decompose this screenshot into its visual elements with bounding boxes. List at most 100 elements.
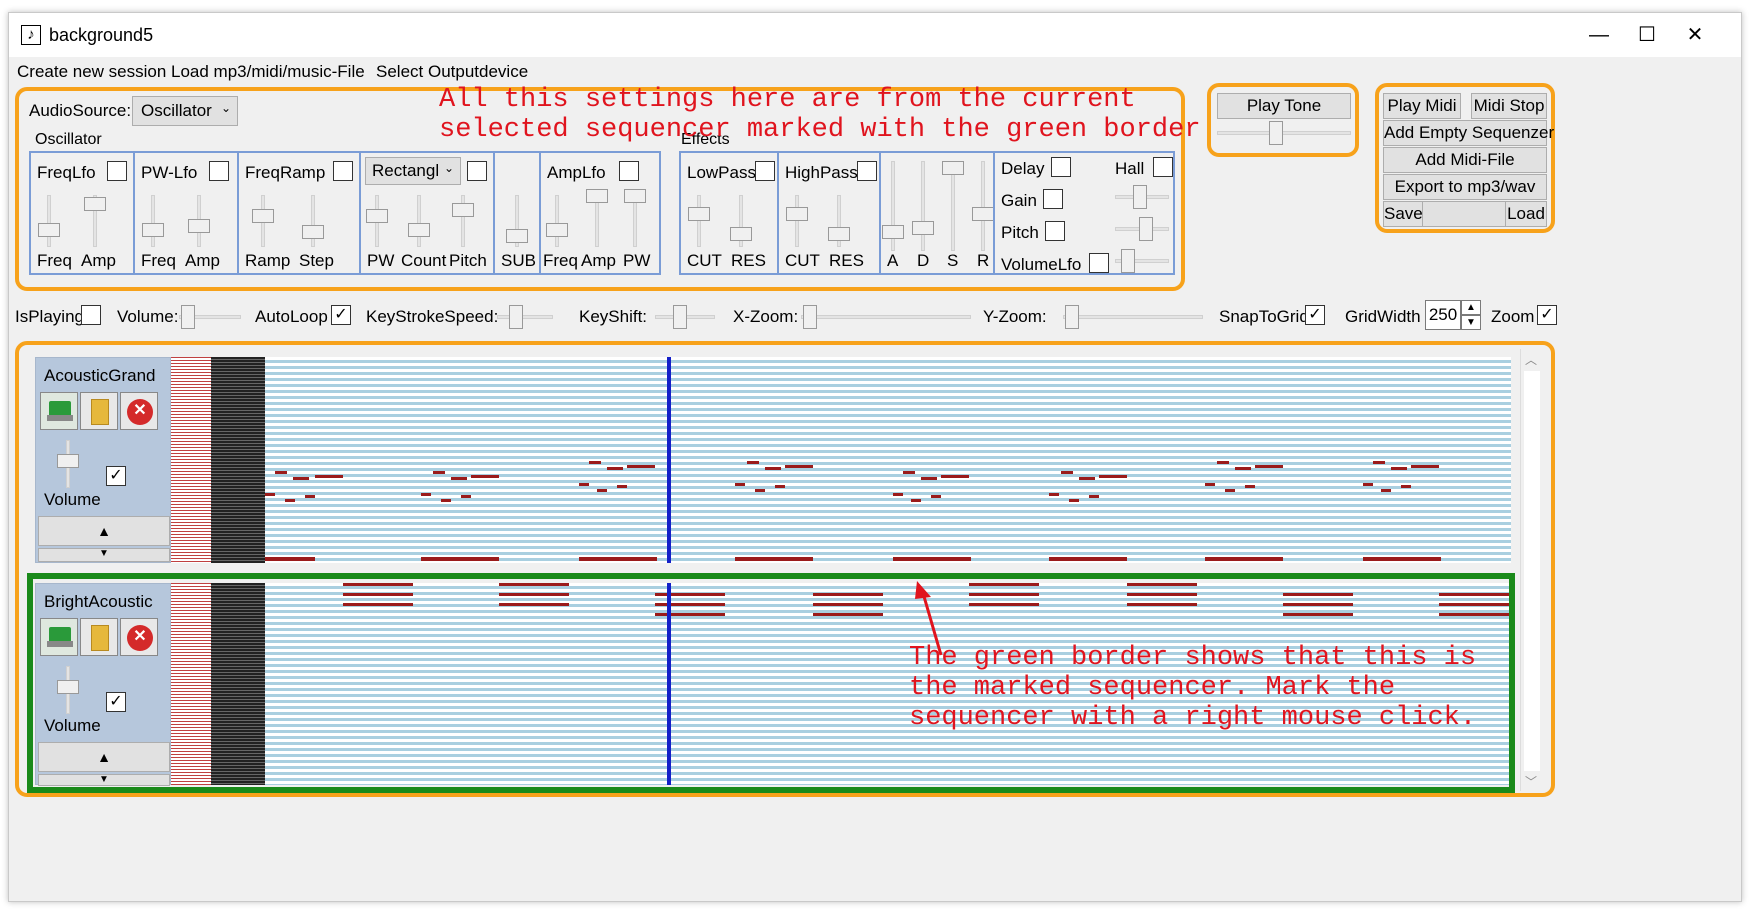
- play-tone-slider[interactable]: [1269, 121, 1283, 145]
- lowpass-cut-slider[interactable]: [688, 207, 710, 221]
- amplfo-freq-slider[interactable]: [546, 223, 568, 237]
- freqlfo-checkbox[interactable]: [107, 161, 127, 181]
- scroll-thumb[interactable]: [1524, 371, 1540, 771]
- highpass-cut-slider[interactable]: [786, 207, 808, 221]
- menu-load-file[interactable]: Load mp3/midi/music-File: [171, 62, 365, 82]
- play-tone-button[interactable]: Play Tone: [1217, 93, 1351, 119]
- gridwidth-input[interactable]: 250: [1425, 300, 1461, 330]
- export-button[interactable]: Export to mp3/wav: [1383, 174, 1547, 200]
- folder-icon[interactable]: [80, 618, 118, 656]
- close-window-button[interactable]: ✕: [1671, 19, 1719, 51]
- waveform-pw-slider[interactable]: [366, 209, 388, 223]
- adsr-a-slider[interactable]: [882, 225, 904, 239]
- adsr-d-label: D: [917, 251, 930, 270]
- yzoom-slider[interactable]: [1065, 305, 1079, 329]
- zoom-checkbox[interactable]: ✓: [1537, 305, 1557, 325]
- add-midi-file-button[interactable]: Add Midi-File: [1383, 147, 1547, 173]
- highpass-cut-track: [795, 195, 799, 247]
- menu-select-output[interactable]: Select Outputdevice: [376, 62, 528, 82]
- load-button[interactable]: Load: [1505, 201, 1547, 227]
- midi-stop-button[interactable]: Midi Stop: [1471, 93, 1547, 119]
- import-icon[interactable]: [40, 392, 78, 430]
- vertical-scrollbar[interactable]: ︿ ﹀: [1520, 349, 1542, 791]
- pwlfo-amp-slider[interactable]: [188, 219, 210, 233]
- sequencer-1-down-button[interactable]: ▼: [38, 548, 170, 562]
- save-button[interactable]: Save: [1383, 201, 1423, 227]
- delete-icon[interactable]: ✕: [120, 392, 158, 430]
- gridwidth-up-icon[interactable]: ▲: [1461, 300, 1481, 315]
- play-midi-button[interactable]: Play Midi: [1383, 93, 1461, 119]
- sequencer-1-roll[interactable]: [171, 357, 1511, 563]
- freqramp-ramp-label: Ramp: [245, 251, 291, 270]
- freqramp-step-slider[interactable]: [302, 225, 324, 239]
- sequencer-acousticgrand[interactable]: AcousticGrand ✕ ✓ Volume ▲ ▼: [27, 357, 1515, 563]
- delay-checkbox[interactable]: [1051, 157, 1071, 177]
- menu-create-session[interactable]: Create new session: [17, 62, 166, 82]
- highpass-res-slider[interactable]: [828, 227, 850, 241]
- hall-checkbox[interactable]: [1153, 157, 1173, 177]
- isplaying-checkbox[interactable]: [81, 305, 101, 325]
- sub-slider[interactable]: [506, 229, 528, 243]
- adsr-s-slider[interactable]: [942, 161, 964, 175]
- amplfo-freq-track: [555, 195, 559, 247]
- pitch-checkbox[interactable]: [1045, 221, 1065, 241]
- snaptogrid-checkbox[interactable]: ✓: [1305, 305, 1325, 325]
- adsr-r-track: [981, 161, 985, 251]
- folder-icon[interactable]: [80, 392, 118, 430]
- audio-source-value: Oscillator: [141, 101, 212, 120]
- sequencer-2-checkbox[interactable]: ✓: [106, 692, 126, 712]
- gain-checkbox[interactable]: [1043, 189, 1063, 209]
- add-empty-sequenzer-button[interactable]: Add Empty Sequenzer: [1383, 120, 1554, 146]
- sequencer-2-up-button[interactable]: ▲: [38, 742, 170, 772]
- delay-label: Delay: [1001, 159, 1045, 178]
- autoloop-checkbox[interactable]: ✓: [331, 305, 351, 325]
- sequencer-1-up-button[interactable]: ▲: [38, 516, 170, 546]
- minimize-button[interactable]: —: [1575, 19, 1623, 51]
- volumelfo-checkbox[interactable]: [1089, 253, 1109, 273]
- maximize-button[interactable]: ☐: [1623, 19, 1671, 51]
- waveform-pw-label: PW: [367, 251, 395, 270]
- fx-slider-1[interactable]: [1133, 185, 1147, 209]
- freqlfo-freq-slider[interactable]: [38, 223, 60, 237]
- amplfo-pw-slider[interactable]: [624, 189, 646, 203]
- lowpass-res-slider[interactable]: [730, 227, 752, 241]
- audio-source-combo[interactable]: Oscillator ⌄: [132, 96, 238, 126]
- waveform-value: Rectangl: [372, 161, 440, 180]
- fx-slider-3[interactable]: [1121, 249, 1135, 273]
- highpass-group: HighPass CUT RES: [777, 151, 881, 275]
- lowpass-checkbox[interactable]: [755, 161, 775, 181]
- pwlfo-checkbox[interactable]: [209, 161, 229, 181]
- waveform-checkbox[interactable]: [467, 161, 487, 181]
- keystroke-slider[interactable]: [509, 305, 523, 329]
- delete-icon[interactable]: ✕: [120, 618, 158, 656]
- waveform-pitch-slider[interactable]: [452, 203, 474, 217]
- freqramp-checkbox[interactable]: [333, 161, 353, 181]
- fx-slider-2[interactable]: [1139, 217, 1153, 241]
- import-icon[interactable]: [40, 618, 78, 656]
- lowpass-cut-track: [697, 195, 701, 247]
- highpass-checkbox[interactable]: [857, 161, 877, 181]
- freqramp-ramp-slider[interactable]: [252, 209, 274, 223]
- volume-slider[interactable]: [181, 305, 195, 329]
- amplfo-checkbox[interactable]: [619, 161, 639, 181]
- volumelfo-label: VolumeLfo: [1001, 255, 1082, 274]
- sequencer-1-volume-slider[interactable]: [57, 454, 79, 468]
- gridwidth-down-icon[interactable]: ▼: [1461, 315, 1481, 330]
- sequencer-1-checkbox[interactable]: ✓: [106, 466, 126, 486]
- xzoom-slider[interactable]: [803, 305, 817, 329]
- scroll-up-icon[interactable]: ︿: [1525, 351, 1537, 368]
- waveform-combo[interactable]: Rectangl ⌄: [365, 157, 461, 185]
- amplfo-amp-slider[interactable]: [586, 189, 608, 203]
- adsr-r-slider[interactable]: [972, 207, 994, 221]
- keyshift-slider[interactable]: [673, 305, 687, 329]
- scroll-down-icon[interactable]: ﹀: [1525, 773, 1537, 790]
- sequencer-2-down-button[interactable]: ▼: [38, 774, 170, 786]
- waveform-count-slider[interactable]: [408, 223, 430, 237]
- chevron-down-icon: ⌄: [443, 161, 454, 175]
- freqlfo-amp-slider[interactable]: [84, 197, 106, 211]
- pwlfo-amp-label: Amp: [185, 251, 220, 270]
- pwlfo-freq-slider[interactable]: [142, 223, 164, 237]
- sequencer-2-volume-slider[interactable]: [57, 680, 79, 694]
- waveform-pitch-label: Pitch: [449, 251, 487, 270]
- adsr-d-slider[interactable]: [912, 221, 934, 235]
